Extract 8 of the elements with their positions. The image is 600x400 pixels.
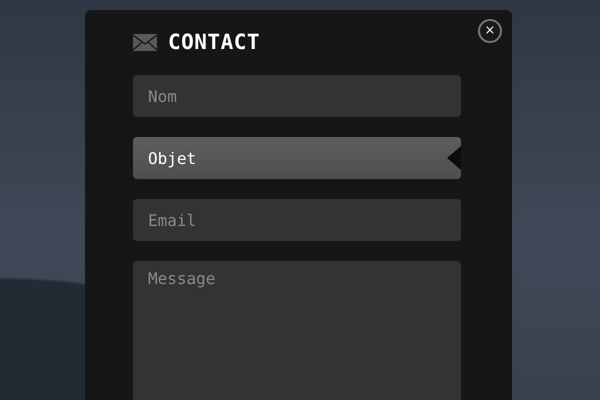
text-field[interactable]: Email — [133, 199, 461, 241]
text-field[interactable]: Nom — [133, 75, 461, 117]
text-field[interactable]: Objet — [133, 137, 461, 179]
envelope-icon — [133, 34, 157, 50]
close-button[interactable]: × — [478, 19, 502, 43]
dialog-title: CONTACT — [168, 30, 260, 54]
message-field[interactable]: Message — [133, 261, 461, 400]
focus-marker-icon — [447, 146, 461, 170]
